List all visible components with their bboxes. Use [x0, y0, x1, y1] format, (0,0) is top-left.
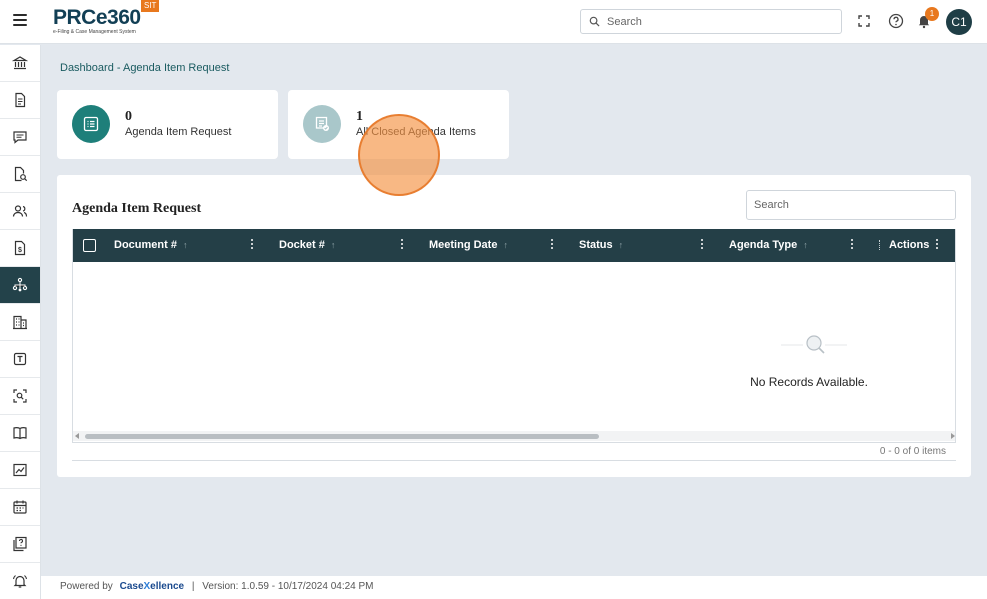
horizontal-scrollbar[interactable] — [73, 431, 955, 441]
calendar-icon — [13, 500, 27, 514]
panel-title: Agenda Item Request — [72, 201, 202, 216]
sidebar: $ — [0, 45, 41, 599]
column-actions[interactable]: Actions — [889, 229, 929, 262]
sidebar-item-documents[interactable] — [0, 82, 40, 119]
chart-icon — [13, 463, 27, 477]
no-records-search-icon — [781, 335, 847, 354]
chat-icon — [13, 131, 27, 144]
help-icon[interactable] — [888, 13, 904, 29]
user-avatar[interactable]: C1 — [946, 9, 972, 35]
grid-search-input[interactable] — [754, 197, 944, 213]
column-status[interactable]: Status ↑ — [579, 229, 623, 262]
sort-arrow-icon: ↑ — [330, 240, 336, 250]
notification-count-badge: 1 — [925, 7, 939, 21]
search-icon — [589, 16, 600, 27]
sidebar-item-document-search[interactable] — [0, 156, 40, 193]
list-icon — [72, 105, 110, 143]
menu-icon[interactable] — [13, 14, 27, 26]
footer-separator: | — [191, 581, 195, 592]
card-count: 0 — [125, 109, 132, 124]
scroll-right-icon[interactable] — [951, 433, 955, 439]
grid-search[interactable] — [746, 190, 956, 220]
logo-subtitle: e-Filing & Case Management System — [53, 29, 136, 35]
sidebar-item-calendar[interactable] — [0, 489, 40, 526]
global-search-input[interactable] — [607, 13, 832, 30]
sidebar-item-reports[interactable] — [0, 452, 40, 489]
casexellence-logo[interactable]: CaseXellence — [120, 581, 185, 592]
sidebar-item-help-docs[interactable] — [0, 526, 40, 563]
column-menu-icon[interactable] — [700, 239, 704, 252]
users-icon — [12, 205, 28, 217]
sidebar-item-templates[interactable] — [0, 341, 40, 378]
breadcrumb[interactable]: Dashboard - Agenda Item Request — [60, 62, 229, 74]
agenda-item-request-card[interactable]: 0 Agenda Item Request — [57, 90, 278, 159]
data-grid: Document # ↑ Docket # ↑ Meeting Date ↑ Stat… — [72, 229, 956, 443]
scrollbar-thumb[interactable] — [85, 434, 599, 439]
text-box-icon — [13, 352, 27, 366]
agenda-request-panel: Agenda Item Request Document #↑ Docket #… — [57, 175, 971, 477]
sort-arrow-icon: ↑ — [503, 240, 508, 250]
sidebar-item-library[interactable] — [0, 415, 40, 452]
column-document-number[interactable]: Document # ↑ — [114, 229, 187, 262]
column-menu-icon[interactable] — [935, 239, 939, 252]
column-agenda-type[interactable]: Agenda Type ↑ — [729, 229, 808, 262]
powered-by-label: Powered by — [60, 581, 113, 592]
sidebar-item-invoices[interactable]: $ — [0, 230, 40, 267]
invoice-icon: $ — [14, 240, 26, 256]
sidebar-item-users[interactable] — [0, 193, 40, 230]
column-docket-number[interactable]: Docket # ↑ — [279, 229, 335, 262]
column-menu-icon[interactable] — [250, 239, 254, 252]
scan-search-icon — [13, 389, 27, 403]
column-menu-icon[interactable] — [850, 239, 854, 252]
top-bar: PRCe360 e-Filing & Case Management Syste… — [0, 0, 987, 44]
pager: 0 - 0 of 0 items — [72, 443, 956, 461]
fullscreen-icon[interactable] — [856, 13, 872, 29]
version-info: Version: 1.0.59 - 10/17/2024 04:24 PM — [202, 581, 374, 592]
footer-text: Powered by CaseXellence | Version: 1.0.5… — [60, 581, 374, 592]
sort-arrow-icon: ↑ — [618, 240, 624, 250]
sort-arrow-icon: ↑ — [182, 240, 188, 250]
sidebar-item-alerts[interactable] — [0, 563, 40, 599]
column-meeting-date[interactable]: Meeting Date ↑ — [429, 229, 508, 262]
sidebar-item-messages[interactable] — [0, 119, 40, 156]
sort-arrow-icon: ↑ — [803, 240, 808, 250]
document-search-icon — [14, 166, 28, 182]
column-resize-handle[interactable] — [879, 240, 880, 250]
column-menu-icon[interactable] — [550, 239, 554, 252]
hierarchy-icon — [12, 277, 28, 292]
sidebar-item-agenda[interactable] — [0, 267, 40, 304]
card-label: All Closed Agenda Items — [356, 126, 476, 138]
footer: Powered by CaseXellence | Version: 1.0.5… — [41, 576, 987, 599]
checklist-icon — [303, 105, 341, 143]
sidebar-item-bank[interactable] — [0, 45, 40, 82]
sidebar-item-organizations[interactable] — [0, 304, 40, 341]
card-label: Agenda Item Request — [125, 126, 232, 138]
help-docs-icon — [13, 536, 27, 552]
document-icon — [15, 92, 26, 108]
card-count: 1 — [356, 109, 363, 124]
environment-badge: SIT — [141, 0, 160, 12]
closed-agenda-items-card[interactable]: 1 All Closed Agenda Items — [288, 90, 509, 159]
bell-alert-icon — [12, 575, 28, 588]
svg-text:$: $ — [18, 247, 22, 254]
sidebar-item-search[interactable] — [0, 378, 40, 415]
bank-icon — [12, 56, 28, 70]
logo-text: PRCe360 — [53, 6, 141, 29]
empty-message: No Records Available. — [750, 375, 868, 389]
book-icon — [13, 427, 27, 440]
global-search[interactable] — [580, 9, 842, 34]
column-menu-icon[interactable] — [400, 239, 404, 252]
building-icon — [13, 315, 27, 330]
select-all-checkbox[interactable] — [83, 239, 96, 252]
pager-info: 0 - 0 of 0 items — [879, 446, 946, 457]
app-logo[interactable]: PRCe360 e-Filing & Case Management Syste… — [53, 6, 141, 36]
scroll-left-icon[interactable] — [75, 433, 79, 439]
grid-header: Document # ↑ Docket # ↑ Meeting Date ↑ Stat… — [73, 229, 955, 262]
